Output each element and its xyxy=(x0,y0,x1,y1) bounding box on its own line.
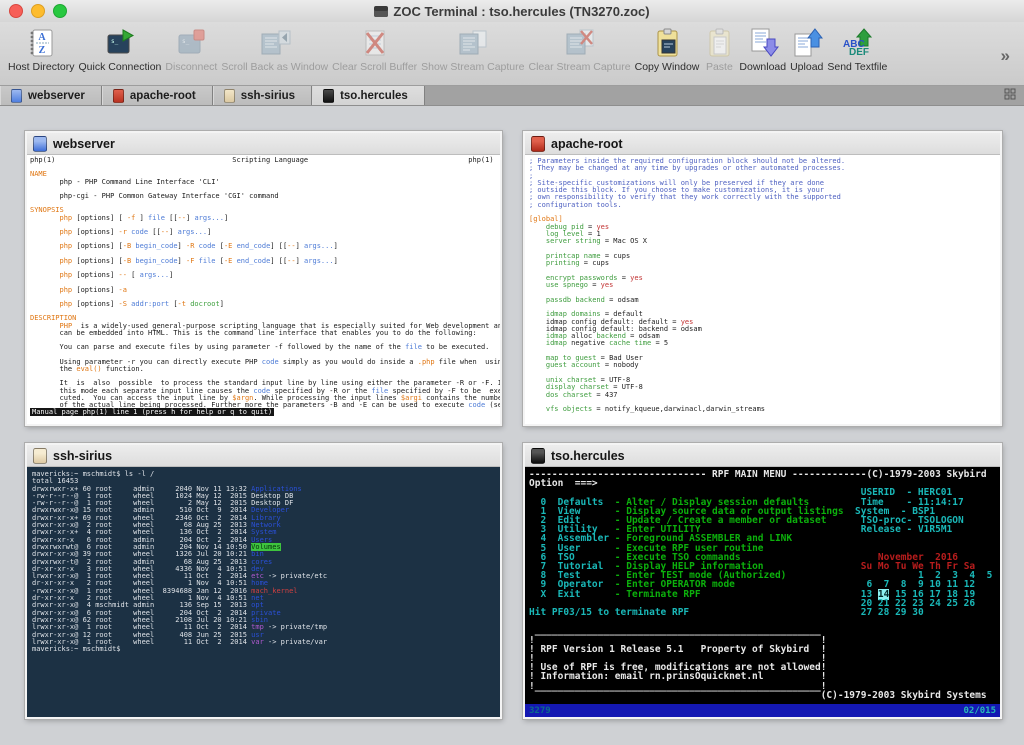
send-textfile-button[interactable]: ABC DEF Send Textfile xyxy=(827,26,887,73)
disconnect-icon: s_ xyxy=(175,26,207,60)
toolbar: A Z Host Directory s_ Quick Connection s… xyxy=(0,22,1024,86)
pane-title: tso.hercules xyxy=(551,449,625,463)
svg-text:s_: s_ xyxy=(111,38,119,45)
paste-button[interactable]: Paste xyxy=(703,26,735,73)
quick-connection-icon: s_ xyxy=(104,26,136,60)
terminal-type-indicator: 3279 xyxy=(529,706,551,716)
show-stream-capture-button[interactable]: Show Stream Capture xyxy=(421,26,524,73)
pane-title: webserver xyxy=(53,137,115,151)
download-button[interactable]: Download xyxy=(739,26,786,73)
tab-tso-hercules[interactable]: tso.hercules xyxy=(312,86,425,105)
download-icon xyxy=(747,26,779,60)
tab-bar: webserver apache-root ssh-sirius tso.her… xyxy=(0,86,1024,106)
window-title: ZOC Terminal : tso.hercules (TN3270.zoc) xyxy=(0,4,1024,19)
clear-stream-capture-button[interactable]: Clear Stream Capture xyxy=(528,26,630,73)
tab-label: webserver xyxy=(28,90,85,102)
svg-text:Z: Z xyxy=(39,45,46,56)
quick-connection-button[interactable]: s_ Quick Connection xyxy=(79,26,162,73)
title-bar: ZOC Terminal : tso.hercules (TN3270.zoc) xyxy=(0,0,1024,23)
tn3270-status-bar: 3279 02/015 xyxy=(525,704,1000,717)
session-icon-apache-root xyxy=(531,136,545,152)
session-icon-webserver xyxy=(11,89,22,103)
scrollback-window-label: Scroll Back as Window xyxy=(221,61,328,73)
copy-window-icon xyxy=(651,26,683,60)
tab-webserver[interactable]: webserver xyxy=(0,86,102,105)
cursor-position-indicator: 02/015 xyxy=(963,706,996,716)
host-directory-label: Host Directory xyxy=(8,61,75,73)
pane-apache-root: apache-root ; Parameters inside the requ… xyxy=(523,131,1002,426)
session-icon-ssh-sirius xyxy=(224,89,235,103)
clear-stream-capture-label: Clear Stream Capture xyxy=(528,61,630,73)
scrollback-window-button[interactable]: Scroll Back as Window xyxy=(221,26,328,73)
pane-tso-hercules-header[interactable]: tso.hercules xyxy=(525,445,1000,467)
svg-text:s_: s_ xyxy=(182,38,190,45)
pane-title: ssh-sirius xyxy=(53,449,112,463)
host-directory-icon: A Z xyxy=(25,26,57,60)
terminal-apache-root[interactable]: ; Parameters inside the required configu… xyxy=(525,155,1000,424)
session-icon-tso-hercules xyxy=(323,89,334,103)
terminal-window-icon xyxy=(374,6,388,17)
pane-ssh-sirius: ssh-sirius mavericks:~ mschmidt$ ls -l /… xyxy=(25,443,502,719)
disconnect-button[interactable]: s_ Disconnect xyxy=(165,26,217,73)
pane-webserver: webserver php(1) Scripting Language php(… xyxy=(25,131,502,426)
upload-label: Upload xyxy=(790,61,823,73)
paste-label: Paste xyxy=(706,61,733,73)
tab-apache-root[interactable]: apache-root xyxy=(102,86,213,105)
scrollback-window-icon xyxy=(258,26,292,60)
terminal-ssh-sirius[interactable]: mavericks:~ mschmidt$ ls -l /total 16453… xyxy=(27,467,500,717)
svg-text:DEF: DEF xyxy=(849,47,869,58)
pane-webserver-header[interactable]: webserver xyxy=(27,133,500,155)
zoc-terminal-window: ZOC Terminal : tso.hercules (TN3270.zoc)… xyxy=(0,0,1024,745)
svg-text:A: A xyxy=(39,32,47,43)
tile-view-icon[interactable] xyxy=(1004,87,1016,105)
upload-button[interactable]: Upload xyxy=(790,26,823,73)
session-icon-webserver xyxy=(33,136,47,152)
paste-icon xyxy=(703,26,735,60)
copy-window-label: Copy Window xyxy=(635,61,700,73)
show-stream-capture-label: Show Stream Capture xyxy=(421,61,524,73)
pane-tso-hercules: tso.hercules ---------------------------… xyxy=(523,443,1002,719)
clear-scroll-buffer-label: Clear Scroll Buffer xyxy=(332,61,417,73)
clear-stream-capture-icon xyxy=(563,26,597,60)
send-textfile-icon: ABC DEF xyxy=(839,26,875,60)
tab-label: ssh-sirius xyxy=(241,90,295,102)
upload-icon xyxy=(791,26,823,60)
host-directory-button[interactable]: A Z Host Directory xyxy=(8,26,75,73)
clear-scroll-buffer-button[interactable]: Clear Scroll Buffer xyxy=(332,26,417,73)
session-icon-ssh-sirius xyxy=(33,448,47,464)
tab-label: tso.hercules xyxy=(340,90,408,102)
pane-apache-root-header[interactable]: apache-root xyxy=(525,133,1000,155)
copy-window-button[interactable]: Copy Window xyxy=(635,26,700,73)
terminal-webserver[interactable]: php(1) Scripting Language php(1) NAME ph… xyxy=(27,155,500,424)
quick-connection-label: Quick Connection xyxy=(79,61,162,73)
clear-scroll-buffer-icon xyxy=(359,26,391,60)
send-textfile-label: Send Textfile xyxy=(827,61,887,73)
toolbar-overflow-chevron[interactable]: » xyxy=(991,46,1020,66)
disconnect-label: Disconnect xyxy=(165,61,217,73)
tab-label: apache-root xyxy=(130,90,196,102)
show-stream-capture-icon xyxy=(456,26,490,60)
download-label: Download xyxy=(739,61,786,73)
session-icon-apache-root xyxy=(113,89,124,103)
terminal-tso-hercules[interactable]: ------------------------------- RPF MAIN… xyxy=(525,467,1000,717)
session-icon-tso-hercules xyxy=(531,448,545,464)
pane-title: apache-root xyxy=(551,137,623,151)
tab-ssh-sirius[interactable]: ssh-sirius xyxy=(213,86,312,105)
pane-ssh-sirius-header[interactable]: ssh-sirius xyxy=(27,445,500,467)
